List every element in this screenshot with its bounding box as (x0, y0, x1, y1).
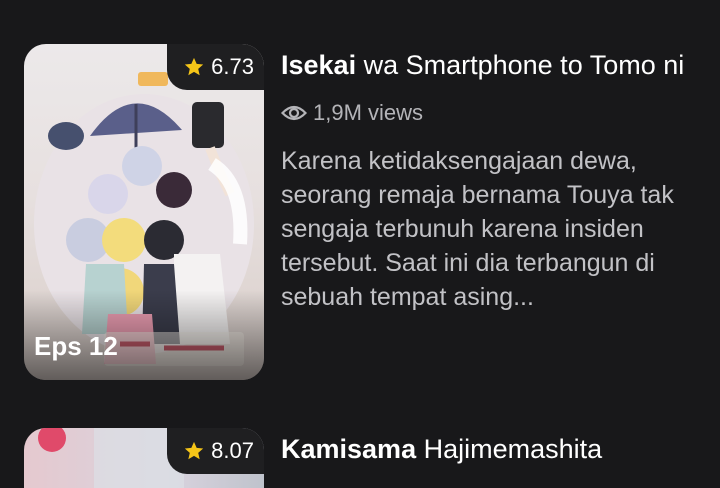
rating-badge: 8.07 (167, 428, 264, 474)
view-count: 1,9M views (281, 100, 701, 126)
star-icon (185, 441, 204, 460)
rating-badge: 6.73 (167, 44, 264, 90)
anime-card[interactable]: 8.07 Kamisama Hajimemashita (24, 428, 704, 488)
eye-icon (281, 105, 307, 121)
episode-label: Eps 12 (34, 331, 118, 361)
title-rest: Hajimemashita (416, 434, 603, 464)
synopsis: Karena ketidaksengajaan dewa, seorang re… (281, 147, 674, 311)
anime-title[interactable]: Isekai wa Smartphone to Tomo ni (281, 48, 701, 82)
title-bold: Kamisama (281, 434, 417, 464)
title-bold: Isekai (281, 50, 357, 80)
anime-title[interactable]: Kamisama Hajimemashita (281, 432, 602, 466)
anime-poster[interactable]: 6.73 Eps 12 (24, 44, 264, 380)
rating-value: 8.07 (211, 438, 254, 463)
star-icon (185, 57, 204, 76)
anime-info: Isekai wa Smartphone to Tomo ni 1,9M vie… (281, 48, 701, 314)
rating-value: 6.73 (211, 54, 254, 79)
anime-poster[interactable]: 8.07 (24, 428, 264, 488)
anime-card[interactable]: 6.73 Eps 12 Isekai wa Smartphone to Tomo… (24, 44, 704, 384)
title-rest: wa Smartphone to Tomo ni (356, 50, 685, 80)
views-text: 1,9M views (313, 100, 424, 125)
